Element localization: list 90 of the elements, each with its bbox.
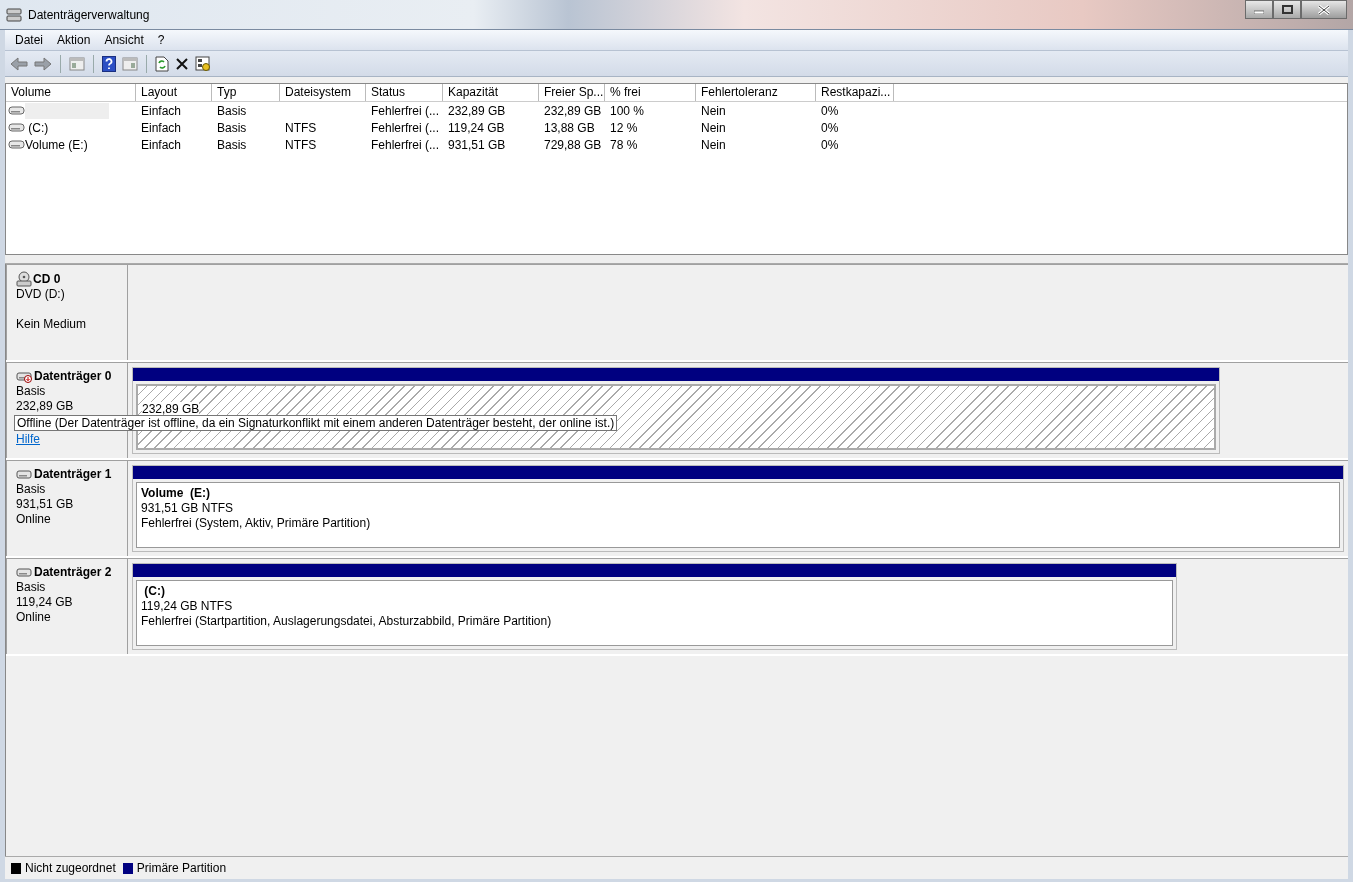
back-arrow-icon[interactable]: [10, 56, 28, 71]
table-cell: 13,88 GB: [544, 120, 595, 135]
menu-item[interactable]: ?: [150, 33, 172, 47]
table-cell: Basis: [217, 103, 247, 118]
drive-icon: [8, 139, 25, 150]
table-cell: NTFS: [285, 137, 317, 152]
table-cell: Fehlerfrei (...: [371, 137, 439, 152]
table-cell[interactable]: (C:): [25, 120, 49, 135]
table-cell: Basis: [217, 137, 247, 152]
legend-label: Nicht zugeordnet: [25, 861, 116, 875]
table-cell: 12 %: [610, 120, 638, 135]
tooltip: Offline (Der Datenträger ist offline, da ein Signaturkonflikt mit einem anderen Datenträger besteht, der online ist.): [14, 415, 618, 431]
table-cell: Basis: [217, 120, 247, 135]
table-cell: 729,88 GB: [544, 137, 602, 152]
column-header[interactable]: Layout: [136, 84, 212, 101]
table-cell: 100 %: [610, 103, 645, 118]
table-cell: 232,89 GB: [448, 103, 506, 118]
partition-size: 931,51 GB NTFS: [141, 501, 235, 516]
hard-disk-icon: [16, 565, 33, 580]
column-header[interactable]: Fehlertoleranz: [696, 84, 816, 101]
disk-type: Basis: [16, 580, 47, 595]
disk-name: Datenträger 0: [34, 369, 112, 384]
table-cell: NTFS: [285, 120, 317, 135]
table-cell: Nein: [701, 120, 726, 135]
table-cell: Einfach: [141, 137, 182, 152]
column-header[interactable]: Status: [366, 84, 443, 101]
disk-status: Kein Medium: [16, 317, 88, 332]
disk-type: Basis: [16, 482, 47, 497]
disk-status: Online: [16, 512, 52, 527]
partition-status: Fehlerfrei (Startpartition, Auslagerungsdatei, Absturzabbild, Primäre Partition): [141, 614, 553, 629]
minimize-button[interactable]: [1245, 0, 1273, 19]
table-cell: Fehlerfrei (...: [371, 120, 439, 135]
column-header[interactable]: Dateisystem: [280, 84, 366, 101]
table-cell: 119,24 GB: [448, 120, 505, 135]
table-cell: 78 %: [610, 137, 638, 152]
table-cell: 931,51 GB: [448, 137, 506, 152]
disk-name: Datenträger 2: [34, 565, 112, 580]
partition-size: 119,24 GB NTFS: [141, 599, 234, 614]
disk-size: 232,89 GB: [16, 399, 75, 414]
hard-disk-icon: [16, 467, 33, 482]
table-cell[interactable]: Volume (E:): [25, 137, 88, 152]
help-icon[interactable]: [102, 55, 116, 72]
disk-type: Basis: [16, 384, 47, 399]
drive-icon: [8, 122, 25, 133]
column-header[interactable]: Typ: [212, 84, 280, 101]
window-title: Datenträgerverwaltung: [28, 7, 151, 22]
partition-size: 232,89 GB: [142, 402, 200, 416]
maximize-icon: [1281, 5, 1293, 14]
help-link[interactable]: Hilfe: [16, 432, 40, 446]
menu-item[interactable]: Ansicht: [97, 33, 151, 47]
table-cell: Fehlerfrei (...: [371, 103, 439, 118]
legend-label: Primäre Partition: [136, 861, 227, 875]
forward-arrow-icon[interactable]: [34, 56, 52, 71]
disk-size: 931,51 GB: [16, 497, 75, 512]
disk-type: DVD (D:): [16, 287, 66, 302]
column-header[interactable]: Volume: [6, 84, 136, 101]
table-cell: Nein: [701, 137, 726, 152]
table-cell: Nein: [701, 103, 726, 118]
table-cell[interactable]: [25, 102, 109, 119]
table-cell: Einfach: [141, 103, 182, 118]
properties-icon[interactable]: [195, 55, 211, 72]
delete-icon[interactable]: [175, 56, 189, 71]
offline-disk-icon: [16, 369, 33, 384]
column-header[interactable]: Restkapazi...: [816, 84, 894, 101]
table-cell: 0%: [821, 120, 839, 135]
disk-name: CD 0: [33, 271, 61, 287]
partition-status: Fehlerfrei (System, Aktiv, Primäre Partition): [141, 516, 372, 531]
table-cell: 0%: [821, 137, 839, 152]
partition-name: Volume (E:): [141, 486, 212, 501]
disk-status: Online: [16, 610, 52, 625]
partition-name: (C:): [143, 584, 166, 599]
table-cell: 0%: [821, 103, 839, 118]
maximize-button[interactable]: [1273, 0, 1301, 19]
column-header[interactable]: % frei: [605, 84, 696, 101]
disk-management-icon: [6, 7, 22, 22]
menu-item[interactable]: Datei: [8, 33, 50, 47]
close-button[interactable]: [1301, 0, 1347, 19]
column-header[interactable]: Kapazität: [443, 84, 539, 101]
cd-drive-icon: [16, 271, 32, 287]
close-icon: [1318, 4, 1330, 15]
table-cell: 232,89 GB: [544, 103, 602, 118]
refresh-icon[interactable]: [155, 55, 169, 72]
column-header[interactable]: Freier Sp...: [539, 84, 605, 101]
table-cell: Einfach: [141, 120, 182, 135]
disk-size: 119,24 GB: [16, 595, 74, 610]
drive-icon: [8, 105, 25, 116]
disk-name: Datenträger 1: [34, 467, 112, 482]
partition-block[interactable]: Volume (E:) 931,51 GB NTFS Fehlerfrei (System, Aktiv, Primäre Partition): [132, 465, 1344, 552]
partition-block[interactable]: (C:) 119,24 GB NTFS Fehlerfrei (Startpartition, Auslagerungsdatei, Absturzabbild, Primäre Partition): [132, 563, 1177, 650]
menu-item[interactable]: Aktion: [50, 33, 98, 47]
